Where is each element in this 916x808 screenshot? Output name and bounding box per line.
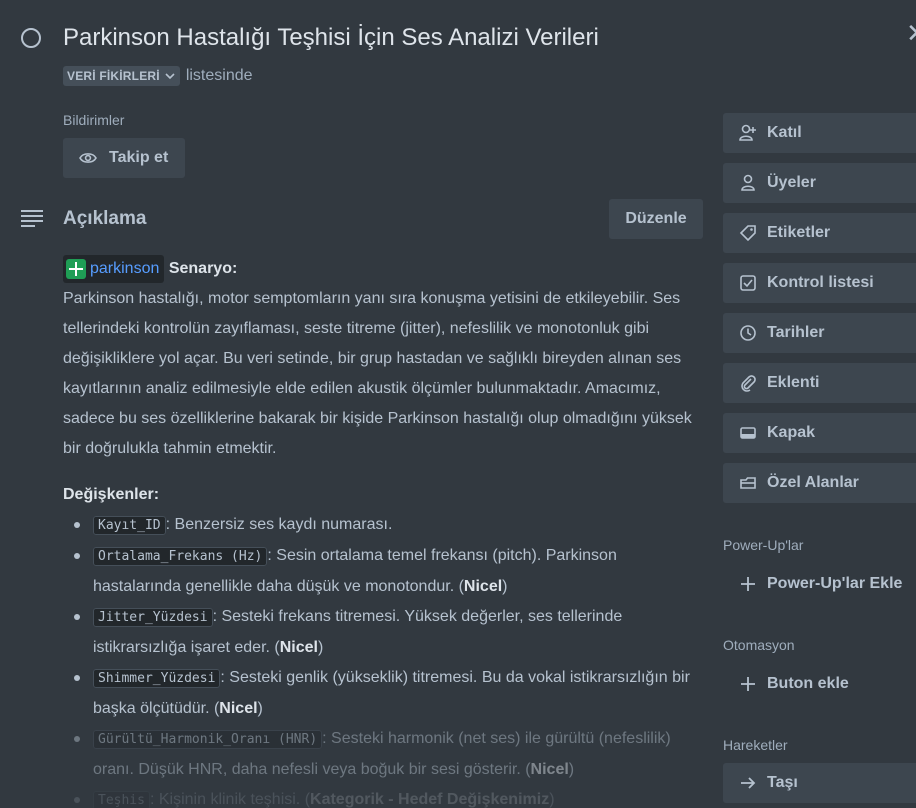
sidebar-button-label: Tarihler	[767, 324, 825, 341]
move-button[interactable]: Taşı	[723, 763, 916, 803]
attachment-name: parkinson	[90, 259, 160, 277]
dates-button[interactable]: Tarihler	[723, 313, 916, 353]
variables-list: Kayıt_ID: Benzersiz ses kaydı numarası. …	[63, 510, 708, 808]
card-title[interactable]: Parkinson Hastalığı Teşhisi İçin Ses Ana…	[63, 24, 599, 52]
list-suffix: listesinde	[185, 67, 253, 84]
follow-button[interactable]: Takip et	[63, 138, 185, 178]
variables-title: Değişkenler:	[63, 486, 160, 503]
variable-text: : Benzersiz ses kaydı numarası.	[165, 516, 393, 533]
variable-code: Teşhis	[93, 791, 150, 808]
chevron-down-icon	[165, 73, 175, 80]
person-icon	[741, 174, 755, 191]
checkbox-icon	[740, 275, 756, 291]
custom-fields-button[interactable]: Özel Alanlar	[723, 463, 916, 503]
sidebar-button-label: Eklenti	[767, 374, 820, 391]
sidebar-button-label: Etiketler	[767, 224, 831, 241]
powerups-label: Power-Up'lar	[723, 537, 804, 553]
variable-code: Gürültü_Harmonik_Oranı (HNR)	[93, 730, 323, 749]
description-title: Açıklama	[63, 208, 147, 229]
list-location: VERİ FİKİRLERİ listesinde	[63, 66, 253, 86]
list-item: Ortalama_Frekans (Hz): Sesin ortalama te…	[63, 541, 708, 602]
variable-type: Kategorik - Hedef Değişkenimiz	[310, 791, 550, 808]
eye-icon	[79, 153, 97, 163]
scenario-line: parkinson Senaryo:	[63, 254, 708, 284]
variable-text: : Kişinin klinik teşhisi. (	[149, 791, 311, 808]
list-item: Gürültü_Harmonik_Oranı (HNR): Sesteki ha…	[63, 724, 708, 785]
actions-label: Hareketler	[723, 737, 788, 753]
attachment-chip[interactable]: parkinson	[63, 254, 165, 283]
list-item: Kayıt_ID: Benzersiz ses kaydı numarası.	[63, 510, 708, 541]
sidebar-button-label: Kapak	[767, 424, 816, 441]
sidebar-button-label: Katıl	[767, 124, 802, 141]
cover-button[interactable]: Kapak	[723, 413, 916, 453]
members-button[interactable]: Üyeler	[723, 163, 916, 203]
spreadsheet-icon	[66, 258, 86, 279]
list-name: VERİ FİKİRLERİ	[67, 69, 160, 83]
follow-label: Takip et	[109, 149, 169, 166]
list-selector[interactable]: VERİ FİKİRLERİ	[63, 66, 180, 86]
variable-type: Nicel	[463, 578, 503, 595]
scenario-label: Senaryo:	[168, 260, 238, 277]
variable-code: Jitter_Yüzdesi	[93, 608, 213, 627]
edit-description-button[interactable]: Düzenle	[609, 199, 703, 239]
description-icon	[21, 208, 45, 233]
sidebar-button-label: Kontrol listesi	[767, 274, 874, 291]
variable-type: Nicel	[219, 700, 258, 717]
list-item: Teşhis: Kişinin klinik teşhisi. (Kategor…	[63, 785, 708, 808]
list-item: Jitter_Yüzdesi: Sesteki frekans titremes…	[63, 602, 708, 663]
add-button-label: Buton ekle	[767, 675, 849, 692]
move-label: Taşı	[767, 774, 798, 791]
variable-type: Nicel	[279, 639, 318, 656]
scenario-paragraph: Parkinson hastalığı, motor semptomların …	[63, 290, 692, 457]
paperclip-icon	[741, 375, 756, 392]
custom-fields-icon	[740, 477, 756, 489]
variable-code: Kayıt_ID	[93, 516, 166, 535]
person-add-icon	[739, 124, 756, 141]
variable-type: Nicel	[530, 761, 569, 778]
add-powerups-label: Power-Up'lar Ekle	[767, 575, 903, 592]
clock-icon	[740, 325, 756, 341]
add-button-button[interactable]: Buton ekle	[723, 664, 916, 704]
attachment-button[interactable]: Eklenti	[723, 363, 916, 403]
list-item: Shimmer_Yüzdesi: Sesteki genlik (yüksekl…	[63, 663, 708, 724]
plus-icon	[741, 677, 755, 691]
checklist-button[interactable]: Kontrol listesi	[723, 263, 916, 303]
card-complete-toggle[interactable]	[21, 28, 41, 48]
sidebar-button-label: Özel Alanlar	[767, 474, 859, 491]
labels-button[interactable]: Etiketler	[723, 213, 916, 253]
close-icon[interactable]: ✕	[906, 18, 916, 49]
sidebar-button-label: Üyeler	[767, 174, 816, 191]
cover-icon	[740, 427, 756, 439]
notifications-label: Bildirimler	[63, 112, 125, 128]
plus-icon	[741, 577, 755, 591]
arrow-right-icon	[741, 777, 756, 789]
description-content: parkinson Senaryo: Parkinson hastalığı, …	[63, 254, 708, 808]
variable-code: Shimmer_Yüzdesi	[93, 669, 221, 688]
tag-icon	[739, 225, 756, 242]
add-powerups-button[interactable]: Power-Up'lar Ekle	[723, 564, 916, 604]
automation-label: Otomasyon	[723, 637, 795, 653]
variable-code: Ortalama_Frekans (Hz)	[93, 547, 268, 566]
join-button[interactable]: Katıl	[723, 113, 916, 153]
